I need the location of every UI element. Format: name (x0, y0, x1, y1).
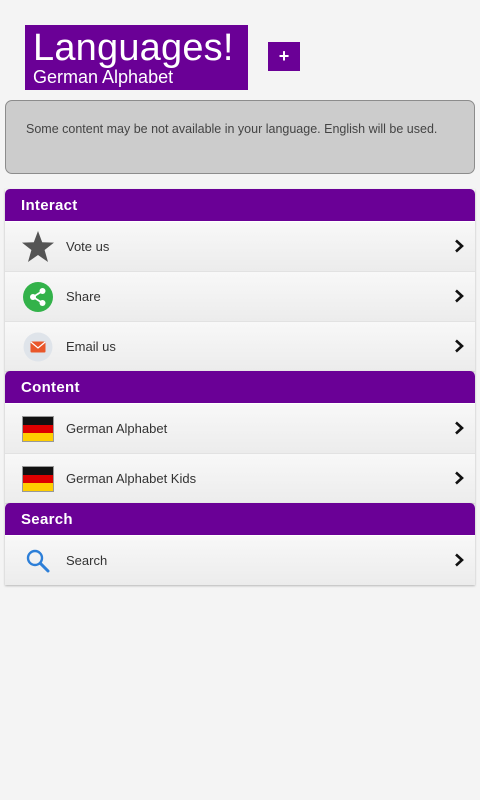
notice-text: Some content may be not available in you… (26, 122, 438, 136)
language-notice: Some content may be not available in you… (5, 100, 475, 174)
section-header-content: Content (5, 371, 475, 403)
german-flag-icon (20, 411, 56, 447)
chevron-right-icon (455, 289, 464, 303)
chevron-right-icon (455, 239, 464, 253)
menu-item-email-us[interactable]: Email us (5, 321, 475, 371)
section-content: Content German Alphabet German Alphabet … (5, 371, 475, 503)
app-title: Languages! (33, 27, 234, 69)
menu-item-share[interactable]: Share (5, 271, 475, 321)
chevron-right-icon (455, 471, 464, 485)
email-icon (20, 329, 56, 365)
app-title-badge: Languages! German Alphabet (25, 25, 248, 90)
section-search: Search Search (5, 503, 475, 585)
menu-item-label: Vote us (66, 239, 110, 254)
menu-item-german-alphabet[interactable]: German Alphabet (5, 403, 475, 453)
chevron-right-icon (455, 421, 464, 435)
app-subtitle: German Alphabet (33, 67, 174, 87)
menu-item-search[interactable]: Search (5, 535, 475, 585)
menu-item-label: German Alphabet Kids (66, 471, 197, 486)
menu-item-label: Search (66, 553, 108, 568)
menu-item-vote-us[interactable]: Vote us (5, 221, 475, 271)
chevron-right-icon (455, 553, 464, 567)
menu-item-german-alphabet-kids[interactable]: German Alphabet Kids (5, 453, 475, 503)
section-header-search: Search (5, 503, 475, 535)
section-header-interact: Interact (5, 189, 475, 221)
star-icon (20, 229, 56, 265)
share-icon (20, 279, 56, 315)
menu-item-label: German Alphabet (66, 421, 168, 436)
add-button[interactable]: + (268, 42, 300, 71)
section-interact: Interact Vote us Share Email us (5, 189, 475, 371)
search-icon (20, 543, 56, 579)
menu-item-label: Email us (66, 339, 116, 354)
menu-item-label: Share (66, 289, 101, 304)
german-flag-icon (20, 461, 56, 497)
chevron-right-icon (455, 339, 464, 353)
